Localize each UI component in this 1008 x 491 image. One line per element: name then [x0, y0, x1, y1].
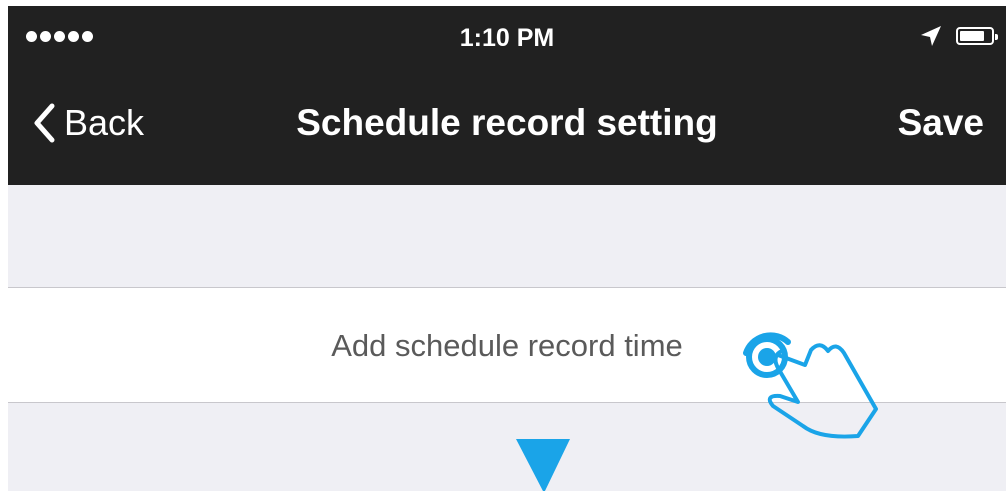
chevron-left-icon	[34, 103, 55, 143]
battery-icon	[956, 27, 998, 45]
app-frame: 1:10 PM Back Schedule record setting Sav…	[8, 6, 1006, 491]
back-button[interactable]: Back	[32, 98, 144, 148]
down-arrow-icon	[516, 439, 570, 491]
page-title: Schedule record setting	[296, 102, 718, 143]
top-bar: 1:10 PM Back Schedule record setting Sav…	[8, 6, 1006, 185]
status-right	[920, 24, 998, 48]
location-arrow-icon	[921, 26, 941, 46]
add-schedule-record-time-label: Add schedule record time	[331, 328, 683, 363]
add-schedule-record-time-button[interactable]: Add schedule record time	[8, 287, 1006, 403]
save-button[interactable]: Save	[898, 102, 984, 144]
back-label: Back	[64, 102, 145, 143]
status-time: 1:10 PM	[459, 24, 555, 52]
